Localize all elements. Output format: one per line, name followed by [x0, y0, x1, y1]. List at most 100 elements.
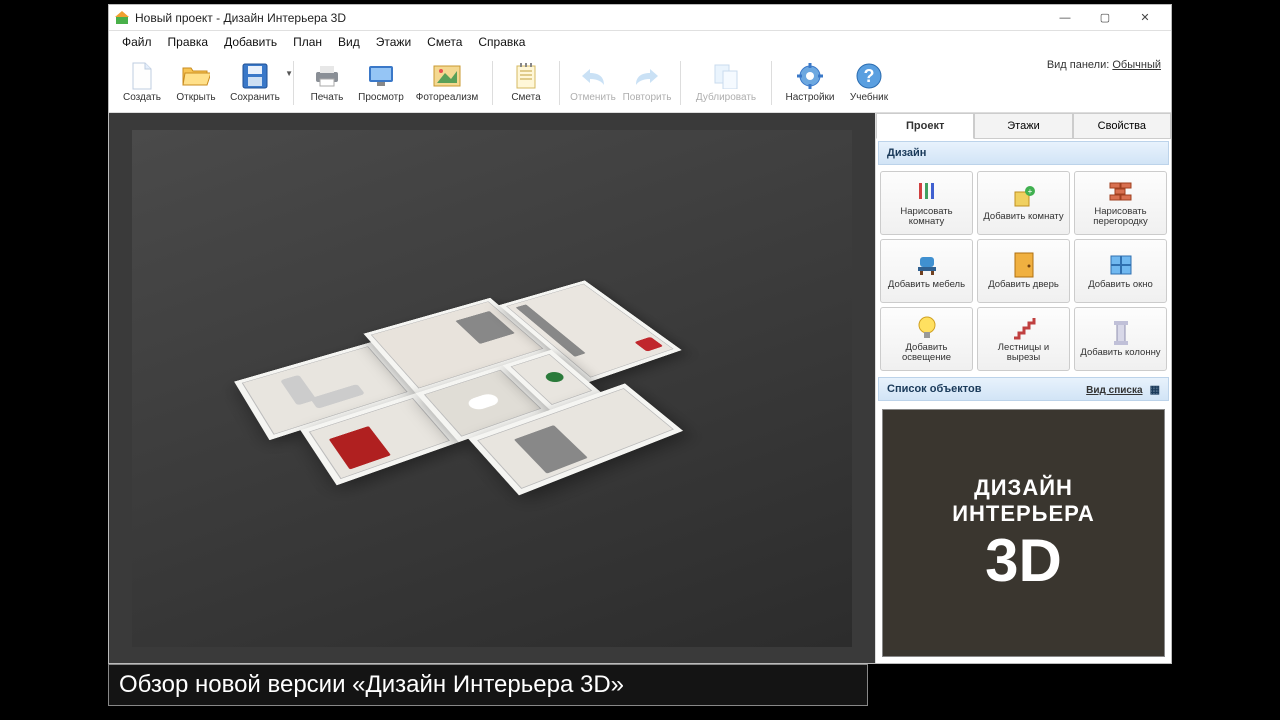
list-icon[interactable]: ▦ [1150, 384, 1160, 396]
add-furniture-button[interactable]: Добавить мебель [880, 239, 973, 303]
add-column-button[interactable]: Добавить колонну [1074, 307, 1167, 371]
side-panel: Проект Этажи Свойства Дизайн Нарисовать … [875, 113, 1171, 663]
titlebar: Новый проект - Дизайн Интерьера 3D — ▢ ✕ [109, 5, 1171, 31]
stairs-button[interactable]: Лестницы и вырезы [977, 307, 1070, 371]
save-button[interactable]: Сохранить ▼ [223, 55, 287, 111]
menu-edit[interactable]: Правка [161, 33, 216, 51]
duplicate-label: Дублировать [696, 92, 756, 103]
undo-icon [579, 62, 607, 90]
printer-icon [313, 62, 341, 90]
duplicate-icon [712, 62, 740, 90]
objects-header-label: Список объектов [887, 383, 981, 395]
create-label: Создать [123, 92, 161, 103]
undo-label: Отменить [570, 92, 616, 103]
workspace: Проект Этажи Свойства Дизайн Нарисовать … [109, 113, 1171, 663]
brick-icon [1108, 179, 1134, 205]
room-plus-icon: + [1011, 184, 1037, 210]
photorealism-button[interactable]: Фотореализм [408, 55, 486, 111]
budget-button[interactable]: Смета [499, 55, 553, 111]
side-tabs: Проект Этажи Свойства [876, 113, 1171, 139]
panel-type-link[interactable]: Обычный [1112, 59, 1161, 71]
toolbar-separator [771, 61, 772, 105]
tab-project[interactable]: Проект [876, 113, 974, 139]
add-door-button[interactable]: Добавить дверь [977, 239, 1070, 303]
toolbar-separator [680, 61, 681, 105]
design-tools: Нарисовать комнату + Добавить комнату На… [876, 167, 1171, 375]
video-caption-overlay: Обзор новой версии «Дизайн Интерьера 3D» [108, 664, 868, 706]
add-room-button[interactable]: + Добавить комнату [977, 171, 1070, 235]
svg-text:?: ? [864, 66, 875, 86]
banner-text-1: ДИЗАЙН [974, 475, 1073, 501]
create-button[interactable]: Создать [115, 55, 169, 111]
promo-banner: ДИЗАЙН ИНТЕРЬЕРА 3D [882, 409, 1165, 657]
undo-button[interactable]: Отменить [566, 55, 620, 111]
menu-file[interactable]: Файл [115, 33, 159, 51]
banner-text-3: 3D [985, 531, 1062, 591]
open-label: Открыть [176, 92, 215, 103]
panel-type-label: Вид панели: [1047, 59, 1109, 71]
door-icon [1011, 252, 1037, 278]
menu-budget[interactable]: Смета [420, 33, 469, 51]
budget-label: Смета [511, 92, 540, 103]
app-icon [115, 11, 129, 25]
draw-partition-label: Нарисовать перегородку [1077, 207, 1164, 228]
save-dropdown-icon[interactable]: ▼ [285, 69, 293, 78]
close-button[interactable]: ✕ [1125, 6, 1165, 30]
window-controls: — ▢ ✕ [1045, 6, 1165, 30]
redo-icon [633, 62, 661, 90]
add-column-label: Добавить колонну [1080, 348, 1160, 358]
redo-label: Повторить [623, 92, 672, 103]
tab-properties[interactable]: Свойства [1073, 113, 1171, 139]
tutorial-button[interactable]: ? Учебник [842, 55, 896, 111]
view-list-link[interactable]: Вид списка [1086, 385, 1142, 396]
floorplan-render [132, 130, 852, 647]
duplicate-button[interactable]: Дублировать [687, 55, 765, 111]
toolbar-separator [492, 61, 493, 105]
add-lighting-label: Добавить освещение [883, 343, 970, 364]
panel-type: Вид панели: Обычный [1047, 59, 1161, 71]
3d-viewport[interactable] [109, 113, 875, 663]
menu-view[interactable]: Вид [331, 33, 367, 51]
save-label: Сохранить [230, 92, 280, 103]
photo-icon [433, 62, 461, 90]
settings-label: Настройки [785, 92, 834, 103]
caption-text: Обзор новой версии «Дизайн Интерьера 3D» [119, 671, 624, 699]
window-title: Новый проект - Дизайн Интерьера 3D [135, 11, 1045, 25]
tutorial-label: Учебник [850, 92, 888, 103]
redo-button[interactable]: Повторить [620, 55, 674, 111]
settings-button[interactable]: Настройки [778, 55, 842, 111]
menu-add[interactable]: Добавить [217, 33, 284, 51]
add-lighting-button[interactable]: Добавить освещение [880, 307, 973, 371]
toolbar-separator [293, 61, 294, 105]
draw-partition-button[interactable]: Нарисовать перегородку [1074, 171, 1167, 235]
toolbar: Создать Открыть Сохранить ▼ Печать Просм… [109, 53, 1171, 113]
photorealism-label: Фотореализм [416, 92, 479, 103]
add-furniture-label: Добавить мебель [888, 280, 965, 290]
maximize-button[interactable]: ▢ [1085, 6, 1125, 30]
menu-plan[interactable]: План [286, 33, 329, 51]
help-icon: ? [855, 62, 883, 90]
new-file-icon [128, 62, 156, 90]
draw-room-button[interactable]: Нарисовать комнату [880, 171, 973, 235]
preview-button[interactable]: Просмотр [354, 55, 408, 111]
bulb-icon [914, 315, 940, 341]
add-window-label: Добавить окно [1088, 280, 1153, 290]
print-button[interactable]: Печать [300, 55, 354, 111]
menu-help[interactable]: Справка [471, 33, 532, 51]
banner-text-2: ИНТЕРЬЕРА [952, 501, 1095, 527]
column-icon [1108, 320, 1134, 346]
folder-open-icon [182, 62, 210, 90]
draw-room-label: Нарисовать комнату [883, 207, 970, 228]
print-label: Печать [311, 92, 344, 103]
toolbar-separator [559, 61, 560, 105]
open-button[interactable]: Открыть [169, 55, 223, 111]
menu-floors[interactable]: Этажи [369, 33, 418, 51]
monitor-icon [367, 62, 395, 90]
app-window: Новый проект - Дизайн Интерьера 3D — ▢ ✕… [108, 4, 1172, 664]
design-section-header: Дизайн [878, 141, 1169, 165]
tab-floors[interactable]: Этажи [974, 113, 1072, 139]
minimize-button[interactable]: — [1045, 6, 1085, 30]
add-room-label: Добавить комнату [983, 212, 1063, 222]
notepad-icon [512, 62, 540, 90]
add-window-button[interactable]: Добавить окно [1074, 239, 1167, 303]
